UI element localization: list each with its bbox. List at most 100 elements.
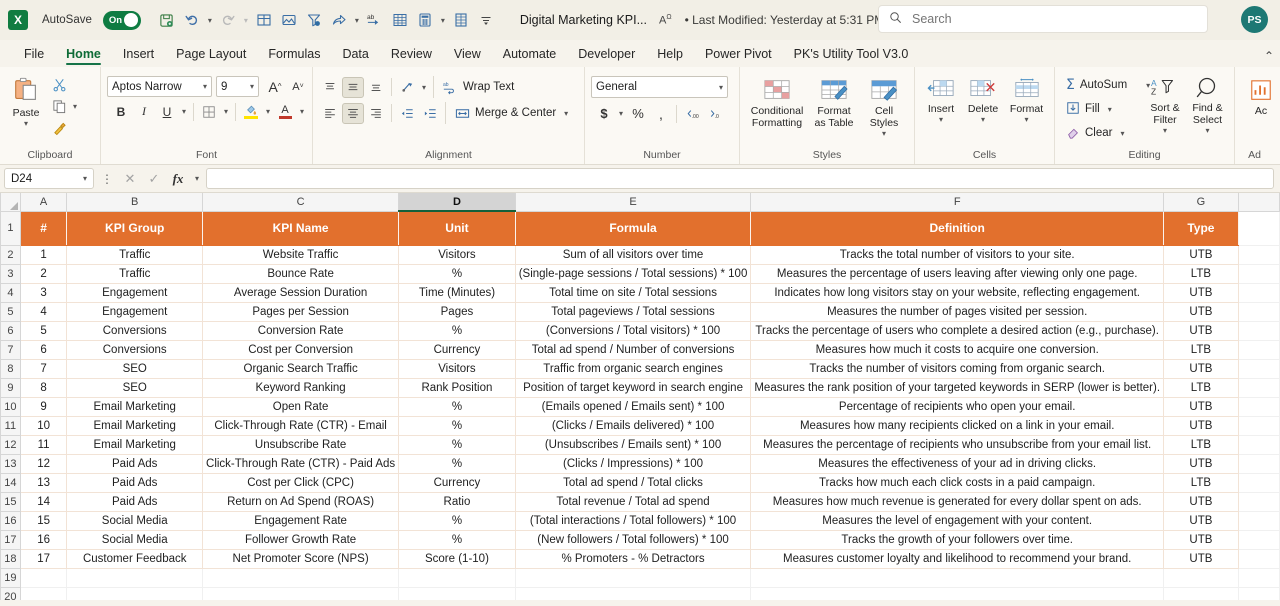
autosave-toggle[interactable]: On [102, 10, 141, 30]
column-header-f[interactable]: F [750, 193, 1165, 212]
cell-D5[interactable]: Pages [398, 301, 516, 322]
row-header-15[interactable]: 15 [0, 491, 21, 512]
column-header-d[interactable]: D [398, 193, 516, 212]
italic-button[interactable]: I [133, 101, 155, 122]
cell-F4[interactable]: Indicates how long visitors stay on your… [750, 282, 1165, 303]
cell-C17[interactable]: Follower Growth Rate [202, 529, 400, 550]
conditional-formatting-button[interactable]: Conditional Formatting [748, 75, 806, 131]
cell-G12[interactable]: LTB [1163, 434, 1239, 455]
row-header-3[interactable]: 3 [0, 263, 21, 284]
table-icon[interactable] [252, 8, 276, 32]
cell-C6[interactable]: Conversion Rate [202, 320, 400, 341]
align-center-button[interactable] [342, 102, 364, 124]
cell-E2[interactable]: Sum of all visitors over time [514, 244, 752, 265]
document-title[interactable]: Digital Marketing KPI... [520, 13, 647, 27]
sheet-icon[interactable] [449, 8, 473, 32]
column-header-g[interactable]: G [1163, 193, 1239, 212]
save-icon[interactable] [155, 8, 179, 32]
cell-E9[interactable]: Position of target keyword in search eng… [514, 377, 752, 398]
cell-B7[interactable]: Conversions [66, 339, 204, 360]
decrease-indent-button[interactable] [396, 103, 418, 124]
cell-C10[interactable]: Open Rate [202, 396, 400, 417]
format-dropdown-icon[interactable]: ▾ [1022, 115, 1032, 124]
cell-G18[interactable]: UTB [1163, 548, 1239, 569]
fill-button[interactable]: Fill ▾ [1061, 98, 1143, 120]
decrease-decimal-button[interactable]: .0 [704, 103, 726, 124]
row-header-20[interactable]: 20 [0, 586, 21, 600]
cancel-edit-icon[interactable]: ✕ [120, 169, 140, 189]
cell-F16[interactable]: Measures the level of engagement with yo… [750, 510, 1165, 531]
find-select-dropdown-icon[interactable]: ▾ [1203, 126, 1213, 135]
tab-formulas[interactable]: Formulas [258, 44, 330, 67]
analyze-data-button[interactable]: Ac [1241, 77, 1280, 119]
calculator-dropdown-icon[interactable]: ▾ [438, 16, 448, 25]
cell-D3[interactable]: % [398, 263, 516, 284]
cell-A6[interactable]: 5 [19, 320, 68, 341]
cell-B19[interactable] [66, 567, 204, 588]
cell-E4[interactable]: Total time on site / Total sessions [514, 282, 752, 303]
row-header-4[interactable]: 4 [0, 282, 21, 303]
cell-F10[interactable]: Percentage of recipients who open your e… [750, 396, 1165, 417]
row-header-8[interactable]: 8 [0, 358, 21, 379]
cell-D11[interactable]: % [398, 415, 516, 436]
wrap-text-button[interactable]: ab Wrap Text [438, 76, 519, 98]
row-header-11[interactable]: 11 [0, 415, 21, 436]
cell-E11[interactable]: (Clicks / Emails delivered) * 100 [514, 415, 752, 436]
align-left-button[interactable] [319, 103, 341, 124]
paste-dropdown-icon[interactable]: ▾ [21, 119, 31, 128]
number-format-select[interactable]: General ▾ [591, 76, 728, 98]
cell-B10[interactable]: Email Marketing [66, 396, 204, 417]
cell-G13[interactable]: UTB [1163, 453, 1239, 474]
share-icon[interactable] [327, 8, 351, 32]
cell-F14[interactable]: Tracks how much each click costs in a pa… [750, 472, 1165, 493]
tab-automate[interactable]: Automate [493, 44, 567, 67]
formula-input[interactable] [206, 168, 1274, 189]
cell-G5[interactable]: UTB [1163, 301, 1239, 322]
share-dropdown-icon[interactable]: ▾ [352, 16, 362, 25]
merge-center-button[interactable]: Merge & Center ▾ [450, 102, 576, 124]
row-header-10[interactable]: 10 [0, 396, 21, 417]
ribbon-display-options-icon[interactable]: ⌃ [1264, 49, 1274, 63]
cell-A11[interactable]: 10 [19, 415, 68, 436]
format-cells-button[interactable]: Format ▾ [1005, 75, 1048, 126]
cell-F15[interactable]: Measures how much revenue is generated f… [750, 491, 1165, 512]
cell-B17[interactable]: Social Media [66, 529, 204, 550]
cell-E5[interactable]: Total pageviews / Total sessions [514, 301, 752, 322]
cell-B8[interactable]: SEO [66, 358, 204, 379]
format-as-table-button[interactable]: Format as Table [808, 75, 860, 131]
name-box-dropdown-icon[interactable]: ▾ [83, 174, 87, 183]
user-avatar[interactable]: PS [1241, 6, 1268, 33]
cell-E13[interactable]: (Clicks / Impressions) * 100 [514, 453, 752, 474]
picture-icon[interactable] [277, 8, 301, 32]
align-right-button[interactable] [365, 103, 387, 124]
cell-F3[interactable]: Measures the percentage of users leaving… [750, 263, 1165, 284]
currency-dropdown-icon[interactable]: ▾ [616, 109, 626, 118]
header-cell-b[interactable]: KPI Group [66, 210, 204, 246]
cell-F9[interactable]: Measures the rank position of your targe… [750, 377, 1165, 398]
cell-A3[interactable]: 2 [19, 263, 68, 284]
cell-G14[interactable]: LTB [1163, 472, 1239, 493]
tab-insert[interactable]: Insert [113, 44, 164, 67]
cell-G3[interactable]: LTB [1163, 263, 1239, 284]
cell-G19[interactable] [1163, 567, 1239, 588]
comma-format-button[interactable]: , [650, 103, 672, 124]
underline-button[interactable]: U [156, 101, 178, 122]
redo-dropdown-icon[interactable]: ▾ [241, 16, 251, 25]
undo-dropdown-icon[interactable]: ▾ [205, 16, 215, 25]
column-header-spill[interactable] [1237, 193, 1280, 212]
cell-D15[interactable]: Ratio [398, 491, 516, 512]
cell-E14[interactable]: Total ad spend / Total clicks [514, 472, 752, 493]
cell-C15[interactable]: Return on Ad Spend (ROAS) [202, 491, 400, 512]
percent-format-button[interactable]: % [627, 103, 649, 124]
cell-E20[interactable] [514, 586, 752, 600]
tab-home[interactable]: Home [56, 44, 111, 67]
header-cell-f[interactable]: Definition [750, 210, 1165, 246]
row-header-13[interactable]: 13 [0, 453, 21, 474]
cell-B14[interactable]: Paid Ads [66, 472, 204, 493]
cell-C18[interactable]: Net Promoter Score (NPS) [202, 548, 400, 569]
insert-function-icon[interactable]: fx [168, 169, 188, 189]
cell-E6[interactable]: (Conversions / Total visitors) * 100 [514, 320, 752, 341]
increase-font-size-button[interactable]: A ^ [264, 76, 286, 97]
cell-E18[interactable]: % Promoters - % Detractors [514, 548, 752, 569]
cell-D13[interactable]: % [398, 453, 516, 474]
